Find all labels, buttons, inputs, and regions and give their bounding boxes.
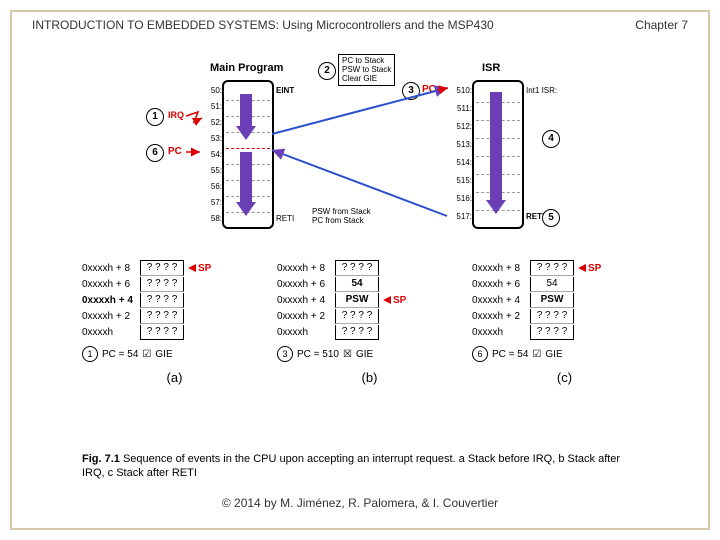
stack-c: 0xxxxh + 8? ? ? ?SP 0xxxxh + 654 0xxxxh … (472, 260, 657, 385)
main-addr: 56: (202, 182, 222, 191)
sublabel-b: (b) (277, 370, 462, 385)
isr-addr: 512: (452, 122, 472, 131)
main-addr: 54: (202, 150, 222, 159)
isr-addr: 517: (452, 212, 472, 221)
sp-pointer: SP (188, 263, 211, 274)
interrupt-diagram: Main Program ISR 50: EINT 51: 52: 53: 54… (102, 52, 642, 247)
main-addr: 51: (202, 102, 222, 111)
main-addr: 58: (202, 214, 222, 223)
stack-b: 0xxxxh + 8? ? ? ? 0xxxxh + 654 0xxxxh + … (277, 260, 462, 385)
callout-5: 5 (542, 209, 560, 227)
main-program-box: 50: EINT 51: 52: 53: 54: 55: 56: 57: 58:… (222, 80, 274, 229)
isr-box: 510: Int1 ISR: 511: 512: 513: 514: 515: … (472, 80, 524, 229)
chapter-label: Chapter 7 (635, 18, 688, 32)
main-program-title: Main Program (210, 62, 283, 74)
irq-label: IRQ (168, 110, 184, 120)
state-b: 3 PC = 510 ☒ GIE (277, 346, 462, 362)
isr-addr: 511: (452, 104, 472, 113)
sp-pointer: SP (383, 295, 406, 306)
pc-3-label: PC (422, 84, 436, 95)
callout-4: 4 (542, 130, 560, 148)
main-instr: EINT (276, 86, 294, 95)
isr-addr: 513: (452, 140, 472, 149)
callout-2: 2 (318, 62, 336, 80)
main-addr: 52: (202, 118, 222, 127)
isr-instr: Int1 ISR: (526, 86, 557, 95)
callout-1: 1 (146, 108, 164, 126)
callout-6: 6 (146, 144, 164, 162)
isr-title: ISR (482, 62, 500, 74)
pc-6-label: PC (168, 146, 182, 157)
isr-addr: 516: (452, 194, 472, 203)
note-psw-from-stack: PSW from Stack PC from Stack (312, 208, 371, 226)
main-addr: 57: (202, 198, 222, 207)
figure-number: Fig. 7.1 (82, 453, 120, 465)
isr-addr: 514: (452, 158, 472, 167)
caption-text: Sequence of events in the CPU upon accep… (82, 453, 620, 479)
isr-addr: 510: (452, 86, 472, 95)
main-instr-reti: RETI (276, 214, 294, 223)
copyright-footer: © 2014 by M. Jiménez, R. Palomera, & I. … (12, 496, 708, 510)
callout-3: 3 (402, 82, 420, 100)
figure-caption: Fig. 7.1 Sequence of events in the CPU u… (82, 452, 638, 481)
page-frame: INTRODUCTION TO EMBEDDED SYSTEMS: Using … (10, 10, 710, 530)
state-c: 6 PC = 54 ☑ GIE (472, 346, 657, 362)
main-addr: 50: (202, 86, 222, 95)
main-addr: 55: (202, 166, 222, 175)
book-title: INTRODUCTION TO EMBEDDED SYSTEMS: Using … (32, 18, 494, 32)
stack-tables: 0xxxxh + 8? ? ? ?SP 0xxxxh + 6? ? ? ? 0x… (82, 260, 662, 410)
stack-a: 0xxxxh + 8? ? ? ?SP 0xxxxh + 6? ? ? ? 0x… (82, 260, 267, 385)
checkbox-icon: ☑ (532, 349, 541, 360)
page-header: INTRODUCTION TO EMBEDDED SYSTEMS: Using … (32, 18, 688, 32)
state-a: 1 PC = 54 ☑ GIE (82, 346, 267, 362)
checkbox-icon: ☑ (142, 349, 151, 360)
isr-addr: 515: (452, 176, 472, 185)
note-pc-to-stack: PC to Stack PSW to Stack Clear GIE (338, 54, 395, 86)
sublabel-a: (a) (82, 370, 267, 385)
sublabel-c: (c) (472, 370, 657, 385)
main-addr: 53: (202, 134, 222, 143)
checkbox-icon: ☒ (343, 349, 352, 360)
sp-pointer: SP (578, 263, 601, 274)
